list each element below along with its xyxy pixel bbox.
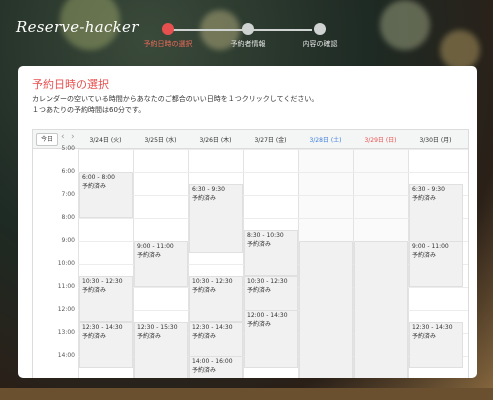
time-label: 7:00 bbox=[61, 191, 75, 198]
hour-line bbox=[78, 172, 468, 173]
event-time: 6:30 - 9:30 bbox=[192, 185, 225, 193]
step-select-datetime: 予約日時の選択 bbox=[133, 23, 203, 49]
booked-event: 10:30 - 12:30 予約済み bbox=[189, 275, 243, 322]
time-label: 11:00 bbox=[57, 283, 75, 290]
calendar: 今日 ‹ › 3/24日 (火) 3/25日 (水) 3/26日 (木) 3/27日 … bbox=[32, 129, 469, 378]
event-time: 12:30 - 14:30 bbox=[412, 323, 453, 331]
time-label: 5:00 bbox=[61, 145, 75, 152]
step-reserver-info: 予約者情報 bbox=[213, 23, 283, 49]
calendar-header: 今日 ‹ › 3/24日 (火) 3/25日 (水) 3/26日 (木) 3/27日 … bbox=[33, 130, 468, 149]
progress-steps: 予約日時の選択 予約者情報 内容の確認 bbox=[144, 23, 350, 53]
site-logo[interactable]: Reserve-hacker bbox=[16, 18, 139, 36]
step-dot bbox=[162, 23, 174, 35]
time-label: 6:00 bbox=[61, 168, 75, 175]
event-time: 10:30 - 12:30 bbox=[82, 277, 123, 285]
booked-event: 12:30 - 15:30 予約済み bbox=[134, 321, 188, 378]
page-title: 予約日時の選択 bbox=[32, 78, 109, 91]
day-header: 3/27日 (金) bbox=[254, 137, 287, 144]
booked-event: 6:00 - 8:00 予約済み bbox=[79, 172, 133, 218]
event-time: 14:00 - 16:00 bbox=[192, 358, 233, 365]
event-status: 予約済み bbox=[412, 194, 437, 202]
event-status: 予約済み bbox=[247, 321, 272, 328]
event-status: 予約済み bbox=[412, 332, 437, 340]
event-status: 予約済み bbox=[82, 183, 107, 190]
event-time: 6:00 - 8:00 bbox=[82, 174, 115, 181]
day-header: 3/28日 (土) bbox=[309, 137, 342, 144]
time-label: 12:00 bbox=[57, 306, 75, 313]
chevron-right-icon[interactable]: › bbox=[71, 132, 75, 142]
booked-event: 10:30 - 12:30 予約済み bbox=[79, 275, 133, 322]
event-time: 12:30 - 14:30 bbox=[192, 323, 233, 331]
booked-event: 6:30 - 9:30 予約済み bbox=[189, 183, 243, 253]
time-label: 13:00 bbox=[57, 329, 75, 336]
day-header: 3/26日 (木) bbox=[199, 137, 232, 144]
unavailable-block bbox=[354, 241, 408, 378]
booked-event: 12:00 - 14:30 予約済み bbox=[244, 310, 298, 368]
step-label: 内容の確認 bbox=[302, 40, 338, 48]
event-status: 予約済み bbox=[247, 286, 272, 294]
step-dot bbox=[314, 23, 326, 35]
chevron-left-icon[interactable]: ‹ bbox=[61, 132, 65, 142]
booked-event: 12:30 - 14:30 予約済み bbox=[79, 321, 133, 368]
booked-event: 12:30 - 14:30 予約済み bbox=[409, 321, 463, 368]
instructions: カレンダーの空いている時間からあなたのご都合のいい日時を１つクリックしてください… bbox=[32, 94, 318, 116]
day-header: 3/30日 (月) bbox=[419, 137, 452, 144]
day-header: 3/24日 (火) bbox=[89, 137, 122, 144]
day-header: 3/25日 (水) bbox=[144, 137, 177, 144]
event-time: 12:00 - 14:30 bbox=[247, 312, 288, 319]
event-time: 12:30 - 15:30 bbox=[137, 323, 178, 331]
time-label: 14:00 bbox=[57, 352, 75, 359]
step-dot bbox=[242, 23, 254, 35]
event-status: 予約済み bbox=[82, 332, 107, 340]
event-time: 9:00 - 11:00 bbox=[412, 243, 449, 250]
event-status: 予約済み bbox=[137, 332, 162, 340]
booked-event: 9:00 - 11:00 予約済み bbox=[134, 241, 188, 287]
booked-event: 14:00 - 16:00 予約済み bbox=[189, 356, 243, 378]
booked-event: 9:00 - 11:00 予約済み bbox=[409, 241, 463, 287]
time-label: 9:00 bbox=[61, 237, 75, 244]
event-status: 予約済み bbox=[192, 286, 217, 294]
event-status: 予約済み bbox=[247, 240, 272, 248]
day-header: 3/29日 (日) bbox=[364, 137, 397, 144]
event-status: 予約済み bbox=[192, 194, 217, 202]
event-time: 9:00 - 11:00 bbox=[137, 243, 174, 250]
event-time: 10:30 - 12:30 bbox=[192, 277, 233, 285]
time-label: 8:00 bbox=[61, 214, 75, 221]
instruction-line: カレンダーの空いている時間からあなたのご都合のいい日時を１つクリックしてください… bbox=[32, 95, 319, 103]
booked-event: 8:30 - 10:30 予約済み bbox=[244, 229, 298, 276]
step-label: 予約日時の選択 bbox=[143, 40, 193, 48]
event-time: 8:30 - 10:30 bbox=[247, 231, 284, 239]
background-table bbox=[0, 388, 493, 400]
hour-line bbox=[78, 149, 468, 150]
event-status: 予約済み bbox=[412, 252, 437, 259]
site-header: Reserve-hacker 予約日時の選択 予約者情報 内容の確認 bbox=[0, 0, 493, 62]
reservation-card: 予約日時の選択 カレンダーの空いている時間からあなたのご都合のいい日時を１つクリ… bbox=[18, 66, 477, 378]
event-time: 6:30 - 9:30 bbox=[412, 185, 445, 193]
calendar-grid: 5:00 6:00 7:00 8:00 9:00 10:00 11:00 12:00 13:00… bbox=[33, 145, 468, 378]
event-status: 予約済み bbox=[192, 332, 217, 340]
event-time: 10:30 - 12:30 bbox=[247, 277, 288, 285]
time-label: 10:00 bbox=[57, 260, 75, 267]
unavailable-block bbox=[299, 241, 353, 378]
event-status: 予約済み bbox=[82, 286, 107, 294]
event-status: 予約済み bbox=[192, 367, 217, 374]
step-label: 予約者情報 bbox=[230, 40, 266, 48]
instruction-line: １つあたりの予約時間は60分です。 bbox=[32, 106, 146, 114]
event-status: 予約済み bbox=[137, 252, 162, 259]
step-confirm: 内容の確認 bbox=[285, 23, 355, 49]
event-time: 12:30 - 14:30 bbox=[82, 323, 123, 331]
